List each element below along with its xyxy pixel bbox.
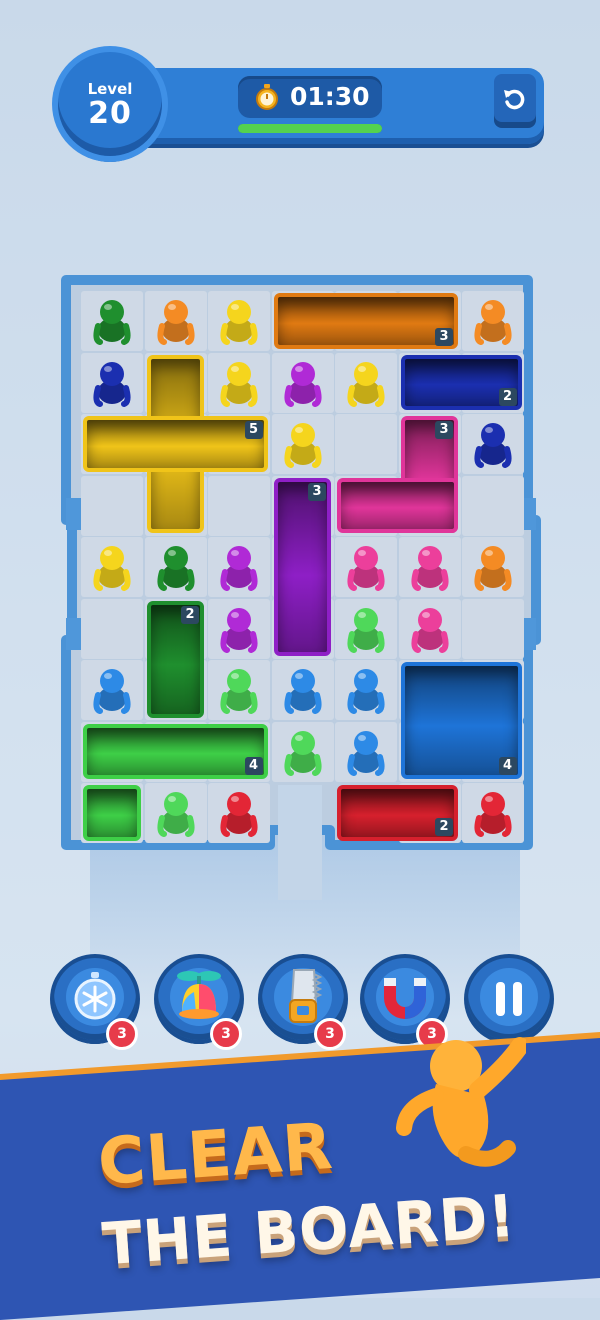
person-green: [93, 300, 131, 345]
piece-count: 3: [308, 482, 326, 501]
person-blue: [93, 669, 131, 714]
piece-green-l[interactable]: [83, 723, 268, 779]
person-navy: [474, 423, 512, 468]
person-orange: [474, 300, 512, 345]
person-blue: [283, 669, 322, 714]
piece-purple-bar[interactable]: [273, 477, 331, 656]
person-yellow: [283, 423, 322, 468]
piece-orange-bar[interactable]: [273, 293, 458, 349]
board-cell: [462, 598, 524, 659]
piece-pink-l[interactable]: [337, 477, 458, 533]
person-lightgreen: [156, 792, 195, 837]
powerup-count: 3: [314, 1018, 346, 1050]
saw-icon: [289, 969, 323, 1023]
piece-count: 2: [435, 818, 453, 836]
snowflake-stopwatch-icon: [74, 972, 116, 1020]
person-navy: [93, 361, 131, 407]
person-purple: [283, 361, 322, 407]
piece-count: 3: [435, 421, 453, 439]
powerup-freeze[interactable]: 3: [54, 958, 138, 1050]
level-number: 20: [88, 96, 132, 131]
magnet-icon: [384, 978, 426, 1019]
board-cell: [335, 414, 397, 474]
person-red: [474, 792, 512, 837]
person-pink: [410, 607, 449, 653]
piece-count: 4: [498, 756, 517, 775]
board-cell: [462, 475, 524, 536]
person-yellow: [220, 361, 258, 407]
pause-button[interactable]: [468, 958, 550, 1040]
person-purple: [220, 546, 258, 591]
piece-count: 3: [435, 328, 453, 346]
powerup-count: 3: [106, 1018, 138, 1050]
powerup-shuffle[interactable]: 3: [158, 958, 242, 1050]
piece-count: 2: [181, 605, 199, 624]
person-lightgreen: [220, 669, 258, 714]
person-yellow: [93, 546, 131, 591]
piece-count: 5: [244, 421, 263, 439]
person-red: [220, 792, 258, 837]
board-cell: [81, 598, 143, 659]
person-blue: [347, 669, 385, 714]
powerup-count: 3: [210, 1018, 242, 1050]
person-lightgreen: [347, 607, 385, 653]
powerup-magnet[interactable]: 3: [364, 958, 448, 1050]
piece-count: 4: [244, 756, 263, 775]
board-cell: [208, 475, 270, 536]
person-yellow: [347, 361, 385, 407]
pause-icon: [496, 982, 522, 1016]
person-orange: [474, 546, 512, 591]
person-orange: [156, 300, 195, 345]
level-badge: Level 20: [58, 52, 162, 156]
piece-count: 2: [498, 387, 517, 406]
person-pink: [410, 546, 449, 591]
powerup-saw[interactable]: 3: [262, 958, 346, 1050]
person-purple: [220, 607, 258, 653]
person-pink: [347, 546, 385, 591]
person-blue: [347, 730, 385, 776]
mascot-figure: [396, 1037, 526, 1167]
person-green: [156, 546, 195, 591]
piece-yellow-cross[interactable]: [83, 416, 268, 472]
propeller-hat-icon: [177, 971, 221, 1019]
board-cell: [81, 475, 143, 536]
piece-green-l[interactable]: [83, 785, 141, 841]
person-lightgreen: [283, 730, 322, 776]
person-yellow: [220, 300, 258, 345]
